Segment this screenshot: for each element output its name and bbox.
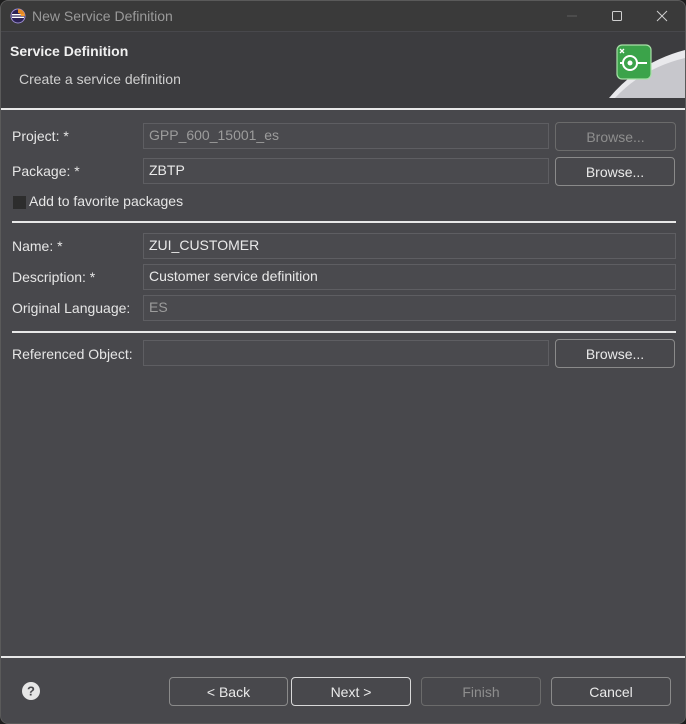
service-definition-wizard-icon (609, 44, 685, 98)
banner-title: Service Definition (10, 43, 129, 59)
window-title: New Service Definition (32, 8, 173, 24)
close-icon (656, 10, 668, 22)
project-label: Project: * (12, 128, 69, 144)
project-label-text: Project: * (12, 128, 69, 144)
original-language-field: ES (143, 295, 676, 321)
package-input[interactable]: ZBTP (143, 158, 549, 184)
close-button[interactable] (639, 1, 685, 31)
title-bar: New Service Definition (1, 1, 685, 31)
footer-separator (1, 656, 685, 658)
section-separator-2 (12, 331, 676, 333)
project-field: GPP_600_15001_es (143, 123, 549, 149)
package-browse-button[interactable]: Browse... (555, 157, 675, 186)
name-input[interactable]: ZUI_CUSTOMER (143, 233, 676, 259)
referenced-object-browse-button[interactable]: Browse... (555, 339, 675, 368)
next-button[interactable]: Next > (291, 677, 411, 706)
help-icon[interactable]: ? (21, 681, 41, 701)
package-label-text: Package: * (12, 163, 80, 179)
project-browse-button: Browse... (555, 122, 676, 151)
dialog-window: New Service Definition Service Definitio… (0, 0, 686, 724)
minimize-button[interactable] (549, 1, 595, 31)
wizard-banner: Service Definition Create a service defi… (1, 32, 685, 108)
eclipse-icon (10, 8, 26, 24)
favorite-packages-checkbox[interactable] (13, 196, 26, 209)
banner-separator (1, 108, 685, 110)
svg-text:?: ? (27, 684, 35, 699)
description-input[interactable]: Customer service definition (143, 264, 676, 290)
maximize-button[interactable] (594, 1, 640, 31)
section-separator-1 (12, 221, 676, 223)
banner-subtitle: Create a service definition (19, 71, 181, 87)
back-button[interactable]: < Back (169, 677, 288, 706)
referenced-object-label: Referenced Object: (12, 346, 133, 362)
description-label: Description: * (12, 269, 96, 285)
favorite-packages-label[interactable]: Add to favorite packages (29, 193, 183, 209)
original-language-label: Original Language: (12, 300, 131, 316)
name-label: Name: * (12, 238, 63, 254)
package-label: Package: * (12, 163, 80, 179)
referenced-object-input[interactable] (143, 340, 549, 366)
minimize-icon (567, 15, 577, 17)
cancel-button[interactable]: Cancel (551, 677, 671, 706)
finish-button: Finish (421, 677, 541, 706)
maximize-icon (612, 11, 622, 21)
